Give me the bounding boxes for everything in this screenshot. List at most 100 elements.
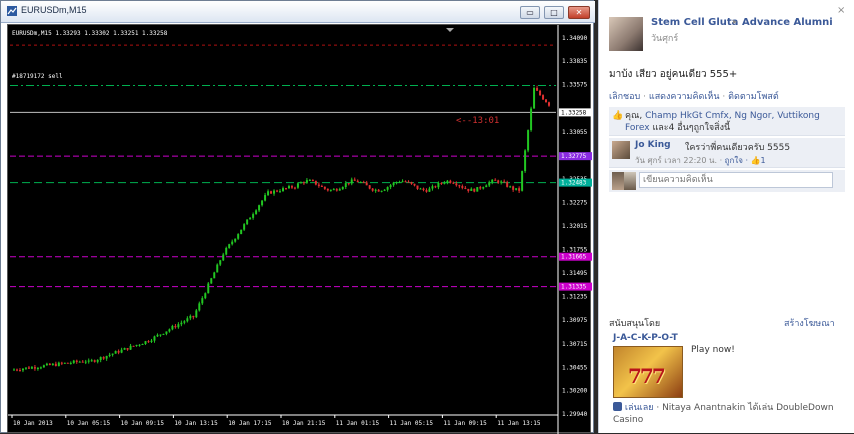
candle-body <box>24 367 27 369</box>
chart-icon <box>7 6 17 16</box>
candle-body <box>440 182 443 184</box>
follow-post-link[interactable]: ติดตามโพสต์ <box>728 92 779 102</box>
candle-body <box>243 224 246 230</box>
candle-body <box>66 362 69 364</box>
candle-body <box>527 130 530 151</box>
post-timestamp[interactable]: วันศุกร์ <box>651 31 678 45</box>
candle-body <box>258 205 261 211</box>
candle-body <box>165 331 168 334</box>
candle-body <box>198 303 201 311</box>
comment-like-link[interactable]: ถูกใจ <box>725 156 743 165</box>
candle-body <box>287 186 290 189</box>
candle-body <box>350 179 353 184</box>
candle-body <box>308 179 311 181</box>
comment-author[interactable]: Jo King <box>635 140 671 150</box>
candle-body <box>21 368 24 371</box>
current-price-label: 1.33258 <box>561 109 587 116</box>
comment-meta: วัน ศุกร์ เวลา 22:20 น. · ถูกใจ · 👍1 <box>635 154 766 167</box>
viewer-avatar <box>612 172 624 190</box>
candle-body <box>69 362 72 364</box>
comment-like-count[interactable]: · 👍1 <box>746 156 766 165</box>
likes-suffix[interactable]: และ4 อื่นๆถูกใจสิ่งนี้ <box>650 123 730 133</box>
create-ad-link[interactable]: สร้างโฆษณา <box>784 316 835 330</box>
ad-description: Play now! <box>691 345 735 355</box>
candle-body <box>177 324 180 328</box>
candle-body <box>13 369 15 371</box>
level-label: 1.31665 <box>561 254 587 261</box>
chart-header: EURUSDm,M15 1.33293 1.33302 1.33251 1.33… <box>12 30 168 37</box>
candle-body <box>413 183 416 186</box>
candle-body <box>476 187 479 192</box>
candle-body <box>542 95 545 100</box>
chart-window: EURUSDm,M15 ▭ □ ✕ EURUSDm,M15 1.33293 1.… <box>0 0 595 434</box>
minimize-button[interactable]: ▭ <box>520 6 540 19</box>
candle-body <box>530 108 533 131</box>
candle-body <box>449 180 452 183</box>
candle-body <box>144 341 147 345</box>
candle-body <box>452 182 455 184</box>
candle-body <box>416 185 419 189</box>
candle-body <box>335 189 338 191</box>
price-chart[interactable]: EURUSDm,M15 1.33293 1.33302 1.33251 1.33… <box>7 24 592 434</box>
candle-body <box>374 189 377 191</box>
close-button[interactable]: ✕ <box>568 6 590 19</box>
play-now-link[interactable]: เล่นเลย <box>625 403 654 413</box>
candle-body <box>491 179 494 183</box>
ad-title[interactable]: J-A-C-K-P-O-T <box>613 333 678 343</box>
maximize-button[interactable]: □ <box>544 6 564 19</box>
shift-marker-icon <box>446 28 454 32</box>
y-tick-label: 1.30715 <box>562 341 588 348</box>
candle-body <box>353 179 356 181</box>
unlike-link[interactable]: เลิกชอบ <box>609 92 640 102</box>
candle-body <box>234 238 237 242</box>
candle-body <box>299 182 302 184</box>
candle-body <box>237 234 240 239</box>
candle-body <box>392 182 395 186</box>
window-titlebar[interactable]: EURUSDm,M15 ▭ □ ✕ <box>1 1 595 23</box>
candle-body <box>255 210 258 215</box>
author-avatar[interactable] <box>609 17 643 51</box>
post-actions: เลิกชอบ · แสดงความคิดเห็น · ติดตามโพสต์ <box>609 92 779 102</box>
candle-body <box>123 348 126 350</box>
candle-countdown: <--13:01 <box>456 116 499 126</box>
candle-body <box>461 186 464 188</box>
candle-body <box>246 219 249 225</box>
candle-body <box>377 189 380 192</box>
candle-body <box>90 360 93 362</box>
chart-canvas[interactable]: EURUSDm,M15 1.33293 1.33302 1.33251 1.33… <box>8 25 592 434</box>
candle-body <box>506 182 509 187</box>
candle-body <box>344 183 347 187</box>
post-author[interactable]: Stem Cell Gluta <box>651 17 738 28</box>
candle-body <box>518 188 521 191</box>
candle-body <box>48 363 51 365</box>
post-group[interactable]: Advance Alumni <box>742 17 833 28</box>
write-comment-box <box>609 170 845 192</box>
commenter-avatar[interactable] <box>612 141 630 159</box>
y-tick-label: 1.29940 <box>562 411 588 418</box>
level-label: 1.32775 <box>561 153 587 160</box>
ad-image[interactable]: 777 <box>613 346 683 398</box>
candle-body <box>314 180 317 185</box>
candle-body <box>419 188 422 190</box>
candle-body <box>488 182 491 186</box>
candle-body <box>273 190 276 194</box>
close-icon[interactable]: × <box>837 5 845 16</box>
candle-body <box>216 264 219 273</box>
candle-body <box>189 315 192 319</box>
candle-body <box>207 283 210 294</box>
candle-body <box>111 353 114 355</box>
candle-body <box>240 229 243 235</box>
candle-body <box>87 360 90 362</box>
candle-body <box>311 179 314 181</box>
candle-body <box>78 361 81 363</box>
comment-link[interactable]: แสดงความคิดเห็น <box>649 92 720 102</box>
candle-body <box>195 310 198 318</box>
comment-time: วัน ศุกร์ เวลา 22:20 น. · <box>635 156 725 165</box>
comment-input[interactable] <box>639 172 833 188</box>
candle-body <box>320 185 323 187</box>
y-tick-label: 1.30200 <box>562 387 588 394</box>
candle-body <box>93 360 96 362</box>
candle-body <box>521 171 524 191</box>
x-tick-label: 10 Jan 13:15 <box>174 420 218 427</box>
candle-body <box>524 150 527 172</box>
